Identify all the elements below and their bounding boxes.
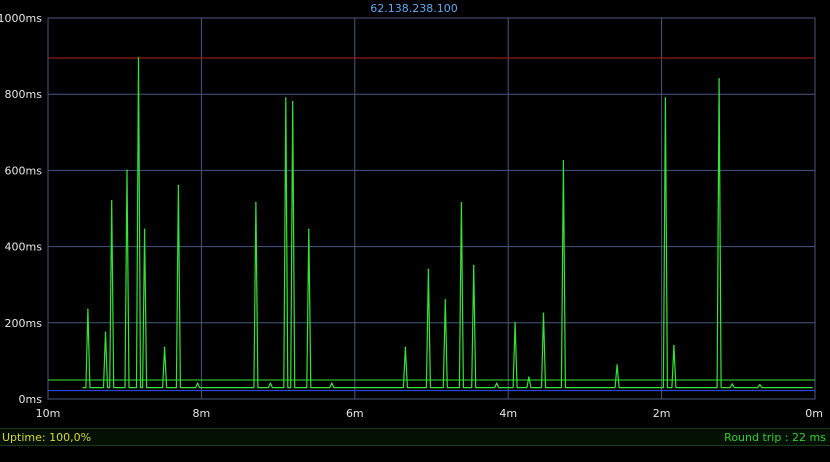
x-tick-label: 4m	[499, 407, 517, 420]
latency-spike-point	[284, 97, 287, 99]
latency-spike-point	[163, 346, 166, 349]
y-tick-label: 0ms	[19, 393, 43, 406]
y-tick-label: 400ms	[5, 241, 43, 254]
status-bar: Uptime: 100,0% Round trip : 22 ms	[0, 428, 830, 446]
latency-spike-point	[255, 201, 257, 204]
y-axis: 0ms 200ms 400ms 600ms 800ms 1000ms	[0, 12, 42, 406]
plot-area	[47, 17, 816, 400]
round-trip-label: Round trip : 22 ms	[724, 431, 826, 444]
latency-spike-point	[444, 299, 447, 301]
latency-spike-point	[87, 308, 89, 311]
y-tick-label: 800ms	[5, 88, 43, 101]
latency-spike-point	[427, 268, 430, 271]
latency-spike-point	[472, 264, 475, 267]
bottom-strip	[0, 446, 830, 462]
latency-spike-point	[143, 228, 146, 231]
latency-spike-point	[514, 322, 516, 324]
ping-chart: 62.138.238.100 0ms 200ms 400ms 600ms 800ms 10…	[0, 2, 823, 420]
latency-spike-point	[404, 346, 407, 349]
x-axis: 10m 8m 6m 4m 2m 0m	[36, 407, 823, 420]
latency-spike-point	[291, 101, 294, 103]
x-tick-label: 6m	[346, 407, 364, 420]
latency-spike-point	[177, 184, 180, 187]
latency-spike-point	[137, 57, 140, 59]
latency-spike-point	[718, 78, 720, 80]
x-tick-label: 0m	[805, 407, 823, 420]
latency-spike-point	[307, 228, 310, 231]
latency-spike-point	[562, 160, 565, 162]
latency-spike-point	[673, 344, 675, 347]
x-tick-label: 8m	[193, 407, 211, 420]
y-tick-label: 600ms	[5, 164, 43, 177]
latency-spike-point	[460, 201, 463, 204]
latency-spike-point	[664, 97, 667, 99]
x-tick-label: 10m	[36, 407, 61, 420]
latency-spike-point	[110, 200, 113, 202]
chart-title: 62.138.238.100	[370, 2, 457, 15]
x-tick-label: 2m	[653, 407, 671, 420]
latency-spike-point	[104, 331, 107, 334]
y-tick-label: 200ms	[5, 317, 43, 330]
latency-spike-point	[126, 169, 128, 172]
y-tick-label: 1000ms	[0, 12, 42, 25]
latency-spike-point	[542, 312, 545, 315]
uptime-label: Uptime: 100,0%	[2, 431, 92, 444]
